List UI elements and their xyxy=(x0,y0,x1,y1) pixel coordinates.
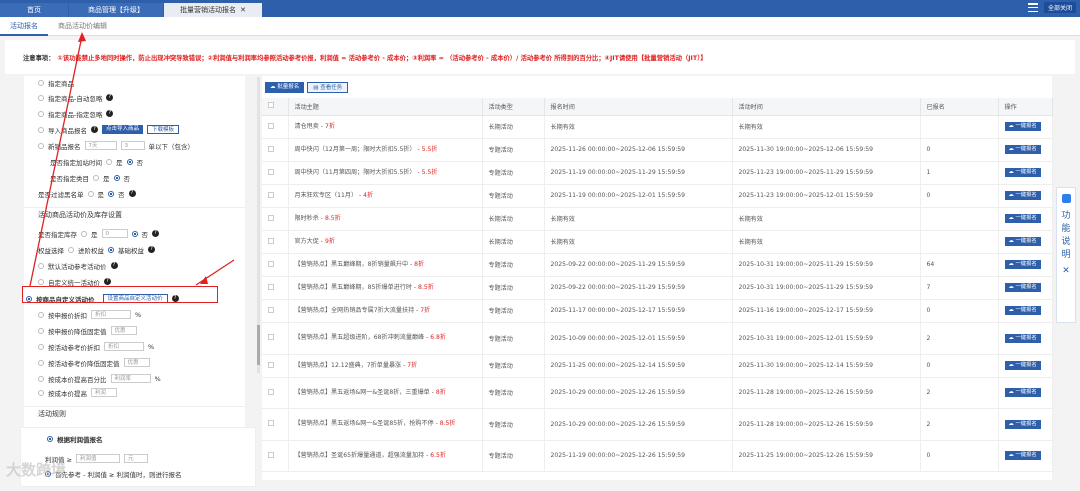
annotation-arrows xyxy=(29,32,235,287)
watermark: 大数跨境 xyxy=(6,461,67,479)
